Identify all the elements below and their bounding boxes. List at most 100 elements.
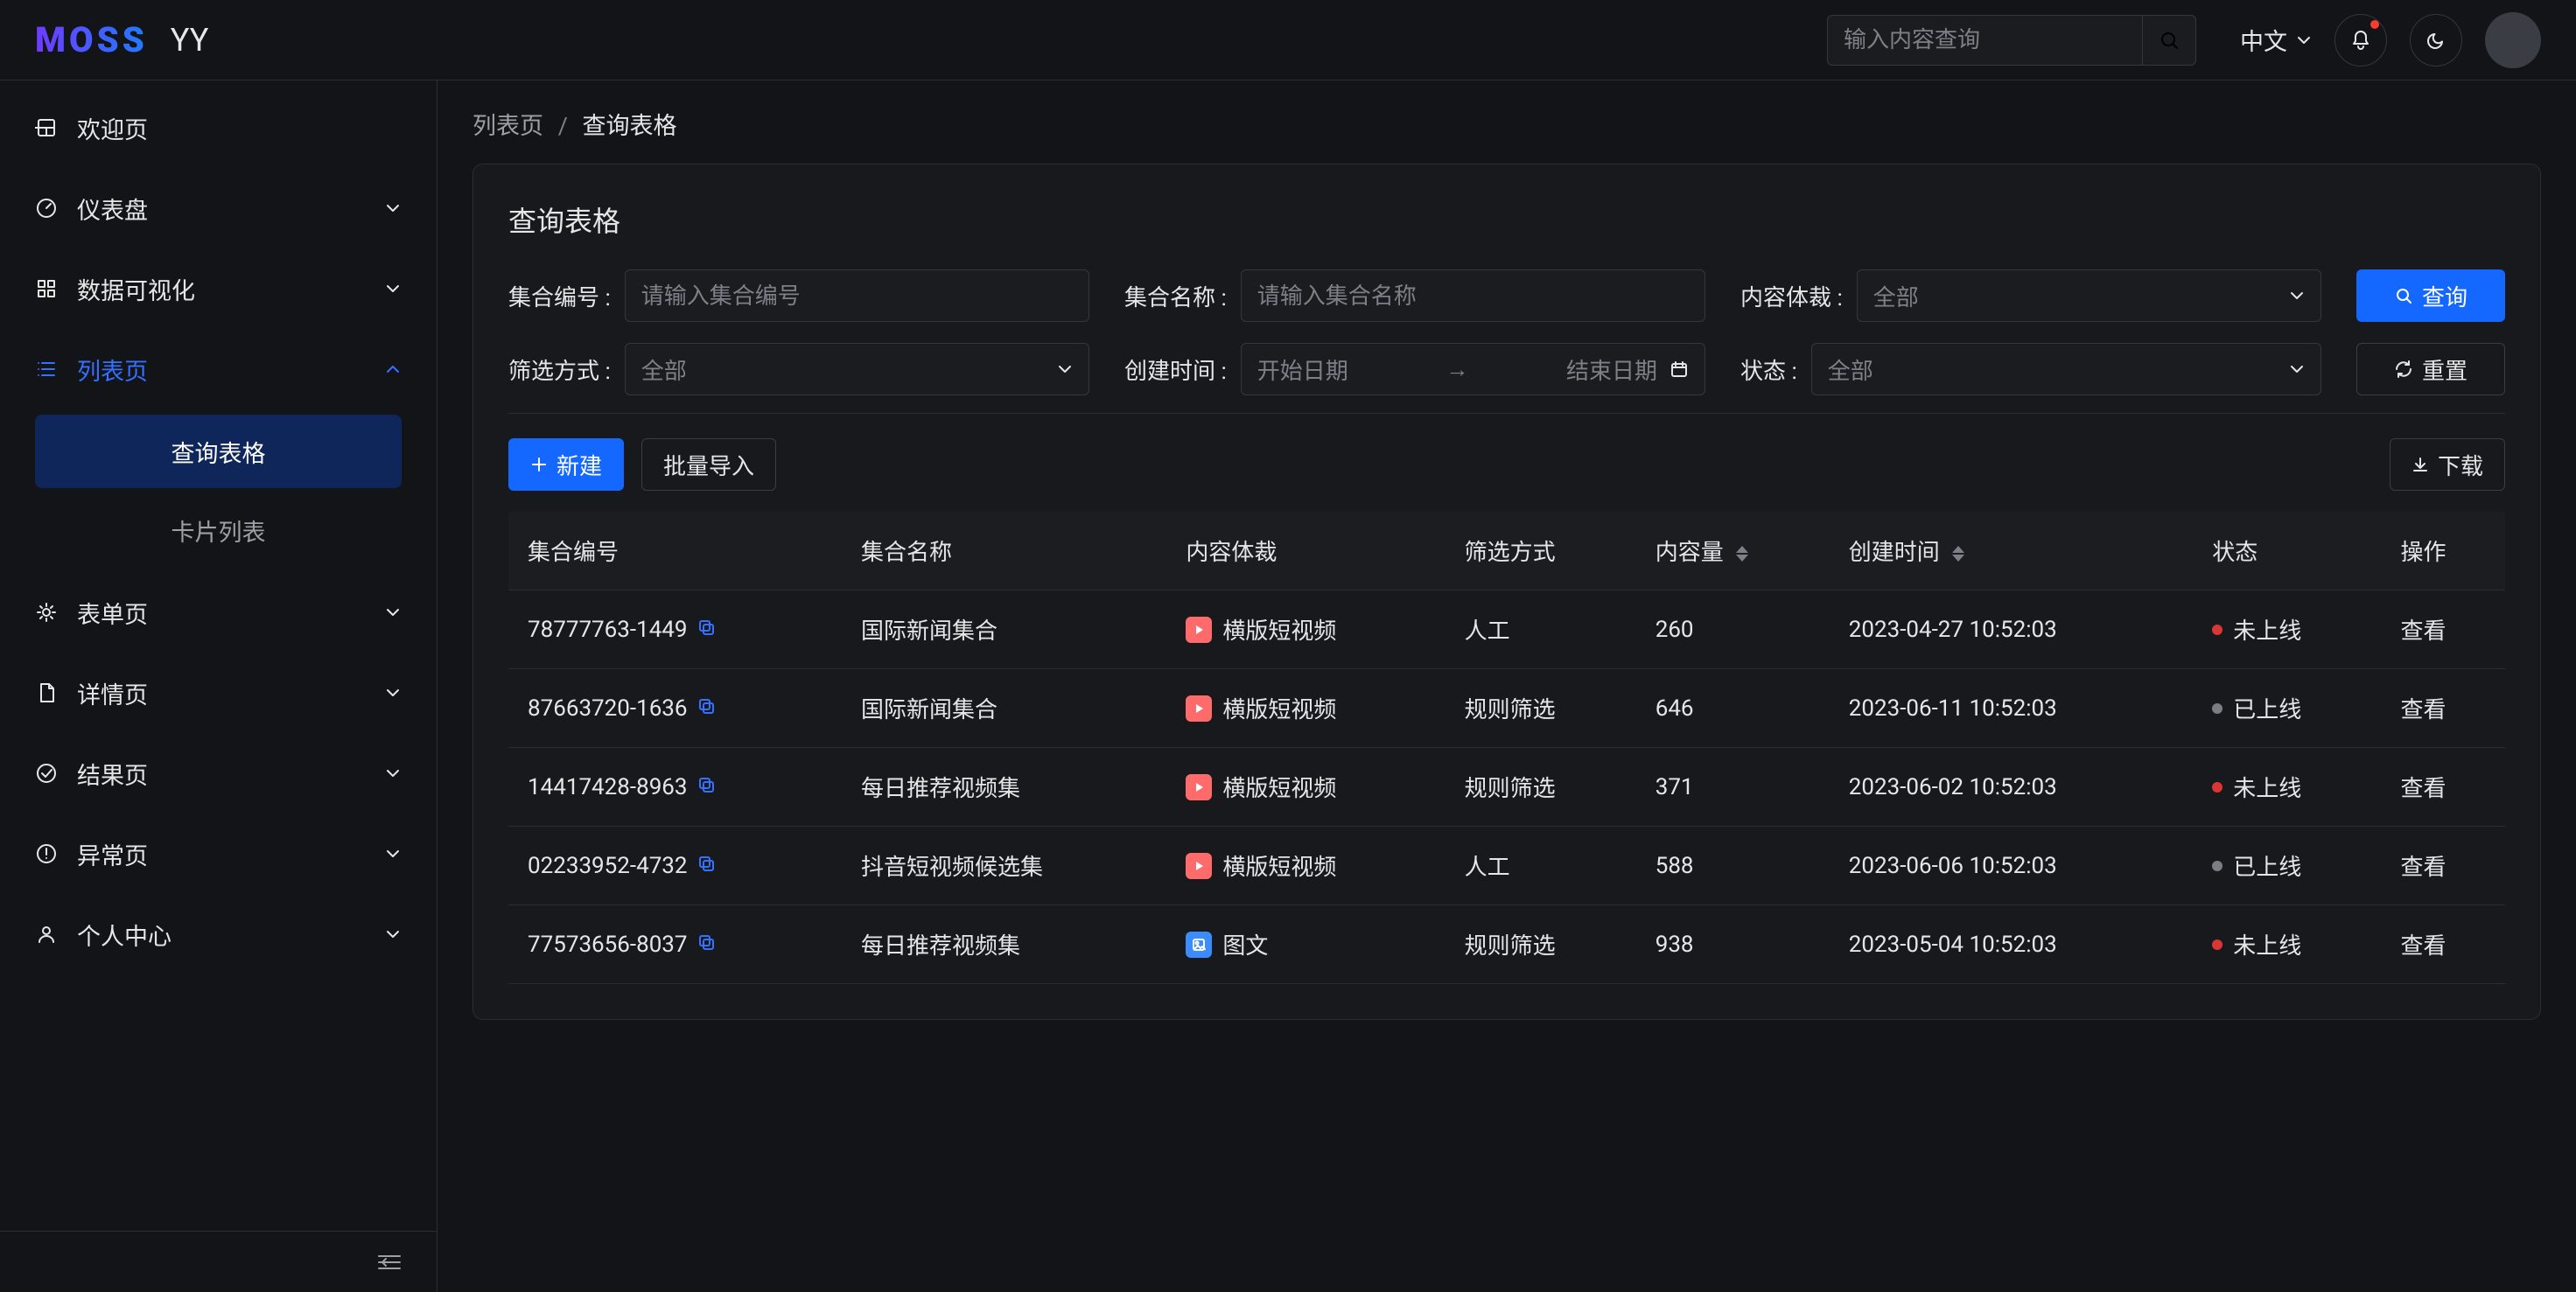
cell-type-label: 图文 [1222,928,1268,960]
cell-count: 371 [1656,774,1694,800]
cell-name: 每日推荐视频集 [861,776,1020,802]
notifications-button[interactable] [2334,14,2387,66]
filter-status-value: 全部 [1828,353,1873,386]
status-label: 未上线 [2233,928,2301,960]
calendar-icon [1670,360,1689,379]
copy-button[interactable] [696,695,716,722]
filter-contenttype-label: 内容体裁 : [1740,280,1843,312]
chevron-down-icon [1057,361,1073,377]
view-action[interactable]: 查看 [2400,855,2446,881]
sidebar-collapse-button[interactable] [0,1231,437,1292]
filter-created-range[interactable]: 开始日期 → 结束日期 [1241,343,1705,395]
cell-type: 横版短视频 [1186,849,1336,882]
sidebar-subitem-label: 卡片列表 [172,513,266,548]
status-badge: 未上线 [2212,613,2301,646]
breadcrumb-current: 查询表格 [583,112,677,140]
table-header-cell: 内容体裁 [1166,512,1445,590]
copy-button[interactable] [696,617,716,643]
data-table: 集合编号集合名称内容体裁筛选方式内容量创建时间状态操作 78777763-144… [508,512,2505,984]
sidebar-item-label: 欢迎页 [77,111,148,145]
cell-id: 02233952-4732 [528,853,688,879]
filter-mode-value: 全部 [641,353,687,386]
refresh-icon [2394,360,2413,379]
table-row: 87663720-1636 国际新闻集合 横版短视频 规则筛选 646 2023… [508,669,2505,748]
cell-filter: 人工 [1465,618,1510,645]
divider [508,413,2505,414]
download-icon [2412,456,2429,473]
import-button[interactable]: 批量导入 [641,438,776,491]
copy-button[interactable] [696,774,716,800]
view-action[interactable]: 查看 [2400,618,2446,645]
search-icon [2394,286,2413,305]
language-label: 中文 [2240,23,2287,57]
table-header-cell[interactable]: 创建时间 [1830,512,2194,590]
chevron-down-icon [384,684,402,702]
copy-button[interactable] [696,853,716,879]
cell-id: 87663720-1636 [528,695,688,722]
main-content: 列表页 / 查询表格 查询表格 集合编号 : 集合名称 : [438,80,2576,1292]
filter-contenttype-select[interactable]: 全部 [1857,269,2321,322]
filter-status-select[interactable]: 全部 [1811,343,2321,395]
search-button[interactable] [2142,15,2196,66]
reset-button[interactable]: 重置 [2356,343,2505,395]
sidebar-item[interactable]: 仪表盘 [0,168,437,248]
breadcrumb-root[interactable]: 列表页 [472,112,543,140]
sidebar-item-label: 列表页 [77,353,148,387]
table-header-label: 内容体裁 [1186,540,1277,566]
breadcrumb: 列表页 / 查询表格 [472,107,2541,141]
table-header-cell: 筛选方式 [1446,512,1636,590]
view-action[interactable]: 查看 [2400,776,2446,802]
view-action[interactable]: 查看 [2400,697,2446,723]
sidebar-item[interactable]: 数据可视化 [0,248,437,329]
chevron-down-icon [384,845,402,862]
status-badge: 未上线 [2212,928,2301,960]
video-icon [1186,617,1212,643]
cell-type: 图文 [1186,928,1268,960]
new-button[interactable]: 新建 [508,438,624,491]
table-header-cell[interactable]: 内容量 [1636,512,1830,590]
filter-mode-select[interactable]: 全部 [625,343,1089,395]
sidebar-subitem[interactable]: 查询表格 [35,415,402,488]
sidebar-item-label: 异常页 [77,837,148,871]
sidebar-item[interactable]: 欢迎页 [0,87,437,168]
list-icon [35,358,58,381]
download-button[interactable]: 下载 [2390,438,2505,491]
table-toolbar: 新建 批量导入 下载 [508,438,2505,491]
sidebar-item[interactable]: 个人中心 [0,894,437,974]
filter-setname-input[interactable] [1241,269,1705,322]
table-row: 14417428-8963 每日推荐视频集 横版短视频 规则筛选 371 202… [508,748,2505,827]
cell-filter: 规则筛选 [1465,933,1556,960]
user-icon [35,923,58,946]
cell-type-label: 横版短视频 [1222,613,1336,646]
filter-setid-input[interactable] [625,269,1089,322]
sidebar-item[interactable]: 结果页 [0,733,437,814]
filter-mode-label: 筛选方式 : [508,353,611,386]
cell-id: 78777763-1449 [528,617,688,643]
doc-icon [35,681,58,704]
table-row: 78777763-1449 国际新闻集合 横版短视频 人工 260 2023-0… [508,590,2505,669]
chevron-up-icon [384,360,402,378]
sidebar-item[interactable]: 异常页 [0,814,437,894]
sidebar-item[interactable]: 详情页 [0,653,437,733]
cell-count: 260 [1656,617,1694,643]
search-input[interactable] [1827,15,2142,66]
sidebar-item[interactable]: 表单页 [0,572,437,653]
sidebar-item[interactable]: 列表页 [0,329,437,409]
copy-button[interactable] [696,932,716,958]
status-label: 已上线 [2233,849,2301,882]
status-label: 已上线 [2233,692,2301,724]
filter-contenttype-value: 全部 [1873,280,1919,312]
cell-id: 14417428-8963 [528,774,688,800]
sidebar-subitem[interactable]: 卡片列表 [35,493,402,567]
cell-count: 588 [1656,853,1694,879]
chevron-down-icon [2289,361,2305,377]
query-button[interactable]: 查询 [2356,269,2505,322]
cell-filter: 规则筛选 [1465,697,1556,723]
gear-icon [35,601,58,624]
filter-setid-label: 集合编号 : [508,280,611,312]
table-header-label: 操作 [2400,540,2446,566]
language-select[interactable]: 中文 [2240,23,2312,57]
theme-toggle[interactable] [2410,14,2462,66]
view-action[interactable]: 查看 [2400,933,2446,960]
avatar[interactable] [2485,12,2541,68]
